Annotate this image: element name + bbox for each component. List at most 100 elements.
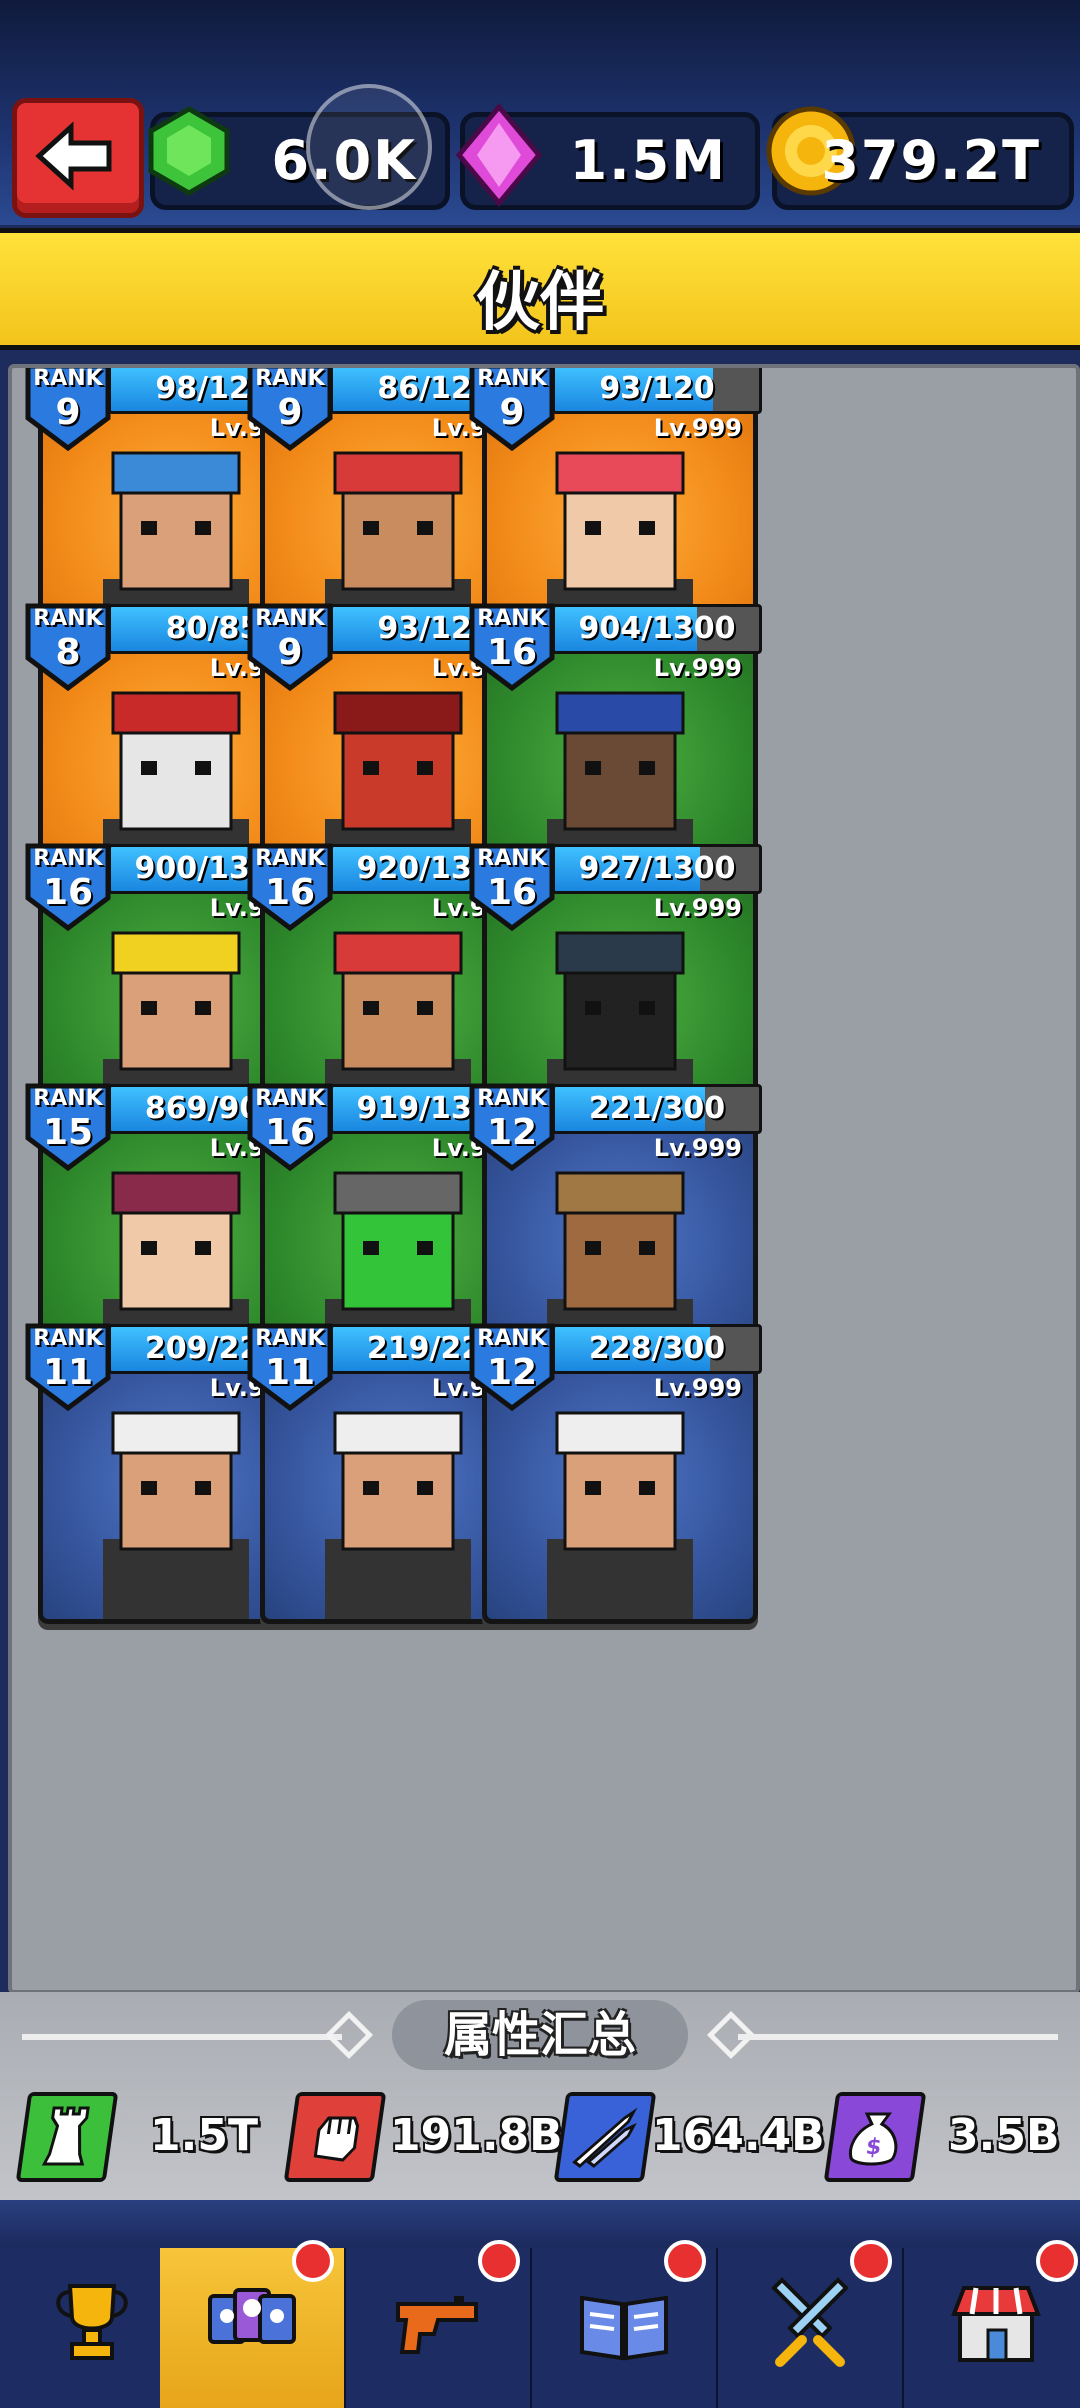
card-progress-bar: 927/1300: [552, 844, 762, 894]
card-progress-bar: 904/1300: [552, 604, 762, 654]
card-progress-text: 927/1300: [578, 851, 736, 886]
loading-spinner-overlay: [306, 84, 432, 210]
attribute-summary: 属性汇总 1.5T 191.8B 164.4B $ 3.5B: [0, 1992, 1080, 2200]
book-icon: [580, 2295, 668, 2361]
stat-fist-value: 191.8B: [390, 2110, 563, 2161]
card-progress-bar: 228/300: [552, 1324, 762, 1374]
rank-label: RANK: [477, 1326, 547, 1351]
rank-number: 16: [264, 1112, 316, 1153]
rank-label: RANK: [477, 846, 547, 871]
summary-title: 属性汇总: [392, 2000, 688, 2070]
rank-label: RANK: [33, 366, 103, 391]
rank-number: 9: [55, 392, 81, 433]
card-level: Lv.999: [653, 654, 742, 682]
back-arrow-icon: [35, 121, 112, 191]
partner-cards-icon: [208, 2288, 296, 2344]
rank-number: 12: [486, 1112, 538, 1153]
nav-shop[interactable]: [904, 2240, 1080, 2408]
nav-weapons[interactable]: [346, 2240, 533, 2408]
purple-gem-value: 1.5M: [569, 129, 727, 192]
diamond-ornament-left: [324, 2010, 374, 2060]
stat-auto-bullets-value: 164.4B: [652, 2110, 825, 2161]
rank-number: 11: [264, 1352, 316, 1393]
rank-number: 8: [55, 632, 81, 673]
auto-bullets-icon: [553, 2092, 657, 2182]
notification-badge: [478, 2240, 520, 2282]
pistol-icon: [396, 2296, 478, 2354]
rank-shield: RANK 9: [22, 366, 114, 452]
rank-shield: RANK 9: [244, 366, 336, 452]
gold-coin-value: 379.2T: [821, 129, 1041, 192]
stat-money-value: 3.5B: [948, 2110, 1060, 2161]
rank-label: RANK: [33, 1086, 103, 1111]
nav-book[interactable]: [532, 2240, 719, 2408]
stat-money[interactable]: $ 3.5B: [823, 2092, 1060, 2182]
back-button[interactable]: [12, 98, 144, 218]
rank-label: RANK: [255, 366, 325, 391]
rank-number: 11: [42, 1352, 94, 1393]
rank-shield: RANK 11: [244, 1320, 336, 1412]
rank-label: RANK: [33, 606, 103, 631]
rank-number: 9: [277, 392, 303, 433]
divider-left: [22, 2034, 342, 2040]
card-progress-text: 904/1300: [578, 611, 736, 646]
card-level: Lv.999: [653, 414, 742, 442]
rank-shield: RANK 9: [244, 600, 336, 692]
rank-number: 9: [499, 392, 525, 433]
partner-grid[interactable]: Lv.999说唱歌手98/120RANK9Lv.999街球手86/120RANK…: [8, 364, 1080, 1994]
rank-number: 16: [486, 632, 538, 673]
rank-shield: RANK 16: [22, 840, 114, 932]
rank-label: RANK: [477, 606, 547, 631]
rank-label: RANK: [255, 1326, 325, 1351]
nav-trophy[interactable]: [0, 2248, 187, 2408]
money-bag-icon: $: [823, 2092, 927, 2182]
rank-shield: RANK 12: [466, 1320, 558, 1412]
stat-auto-bullets[interactable]: 164.4B: [553, 2092, 825, 2182]
rank-shield: RANK 16: [466, 840, 558, 932]
purple-gem-counter[interactable]: 1.5M: [455, 103, 760, 210]
rank-number: 16: [42, 872, 94, 913]
card-progress-text: 228/300: [588, 1331, 726, 1366]
stat-tower[interactable]: 1.5T: [15, 2092, 258, 2182]
stat-fist[interactable]: 191.8B: [283, 2092, 563, 2182]
card-level: Lv.999: [653, 1134, 742, 1162]
tower-icon: [15, 2092, 119, 2182]
rank-shield: RANK 9: [466, 366, 558, 452]
rank-shield: RANK 8: [22, 600, 114, 692]
gold-coin-counter[interactable]: 379.2T: [766, 106, 1074, 210]
divider-right: [738, 2034, 1058, 2040]
card-progress-bar: 93/120: [552, 368, 762, 414]
rank-number: 16: [264, 872, 316, 913]
rank-label: RANK: [255, 606, 325, 631]
fist-icon: [283, 2092, 387, 2182]
rank-number: 15: [42, 1112, 94, 1153]
notification-badge: [664, 2240, 706, 2282]
rank-label: RANK: [477, 366, 547, 391]
trophy-icon: [56, 2284, 128, 2360]
card-level: Lv.999: [653, 894, 742, 922]
nav-partners[interactable]: [160, 2240, 347, 2408]
partner-card[interactable]: Lv.999 228/300 RANK 12: [469, 1323, 762, 1624]
shop-icon: [951, 2286, 1041, 2362]
purple-gem-icon: [455, 103, 543, 207]
rank-shield: RANK 16: [244, 840, 336, 932]
title-banner: 伙伴: [0, 228, 1080, 350]
page-title: 伙伴: [476, 266, 604, 340]
rank-label: RANK: [477, 1086, 547, 1111]
stat-tower-value: 1.5T: [150, 2110, 258, 2161]
bottom-nav: [0, 2200, 1080, 2408]
rank-shield: RANK 12: [466, 1080, 558, 1172]
top-resource-bar: 6.0K 1.5M 379.2T: [0, 0, 1080, 225]
notification-badge: [850, 2240, 892, 2282]
card-progress-text: 221/300: [588, 1091, 726, 1126]
emerald-icon: [148, 106, 230, 196]
rank-shield: RANK 16: [466, 600, 558, 692]
rank-number: 16: [486, 872, 538, 913]
rank-shield: RANK 16: [244, 1080, 336, 1172]
rank-number: 9: [277, 632, 303, 673]
rank-shield: RANK 11: [22, 1320, 114, 1412]
nav-battle[interactable]: [718, 2240, 905, 2408]
crossed-swords-icon: [771, 2277, 849, 2367]
rank-label: RANK: [33, 846, 103, 871]
rank-shield: RANK 15: [22, 1080, 114, 1172]
